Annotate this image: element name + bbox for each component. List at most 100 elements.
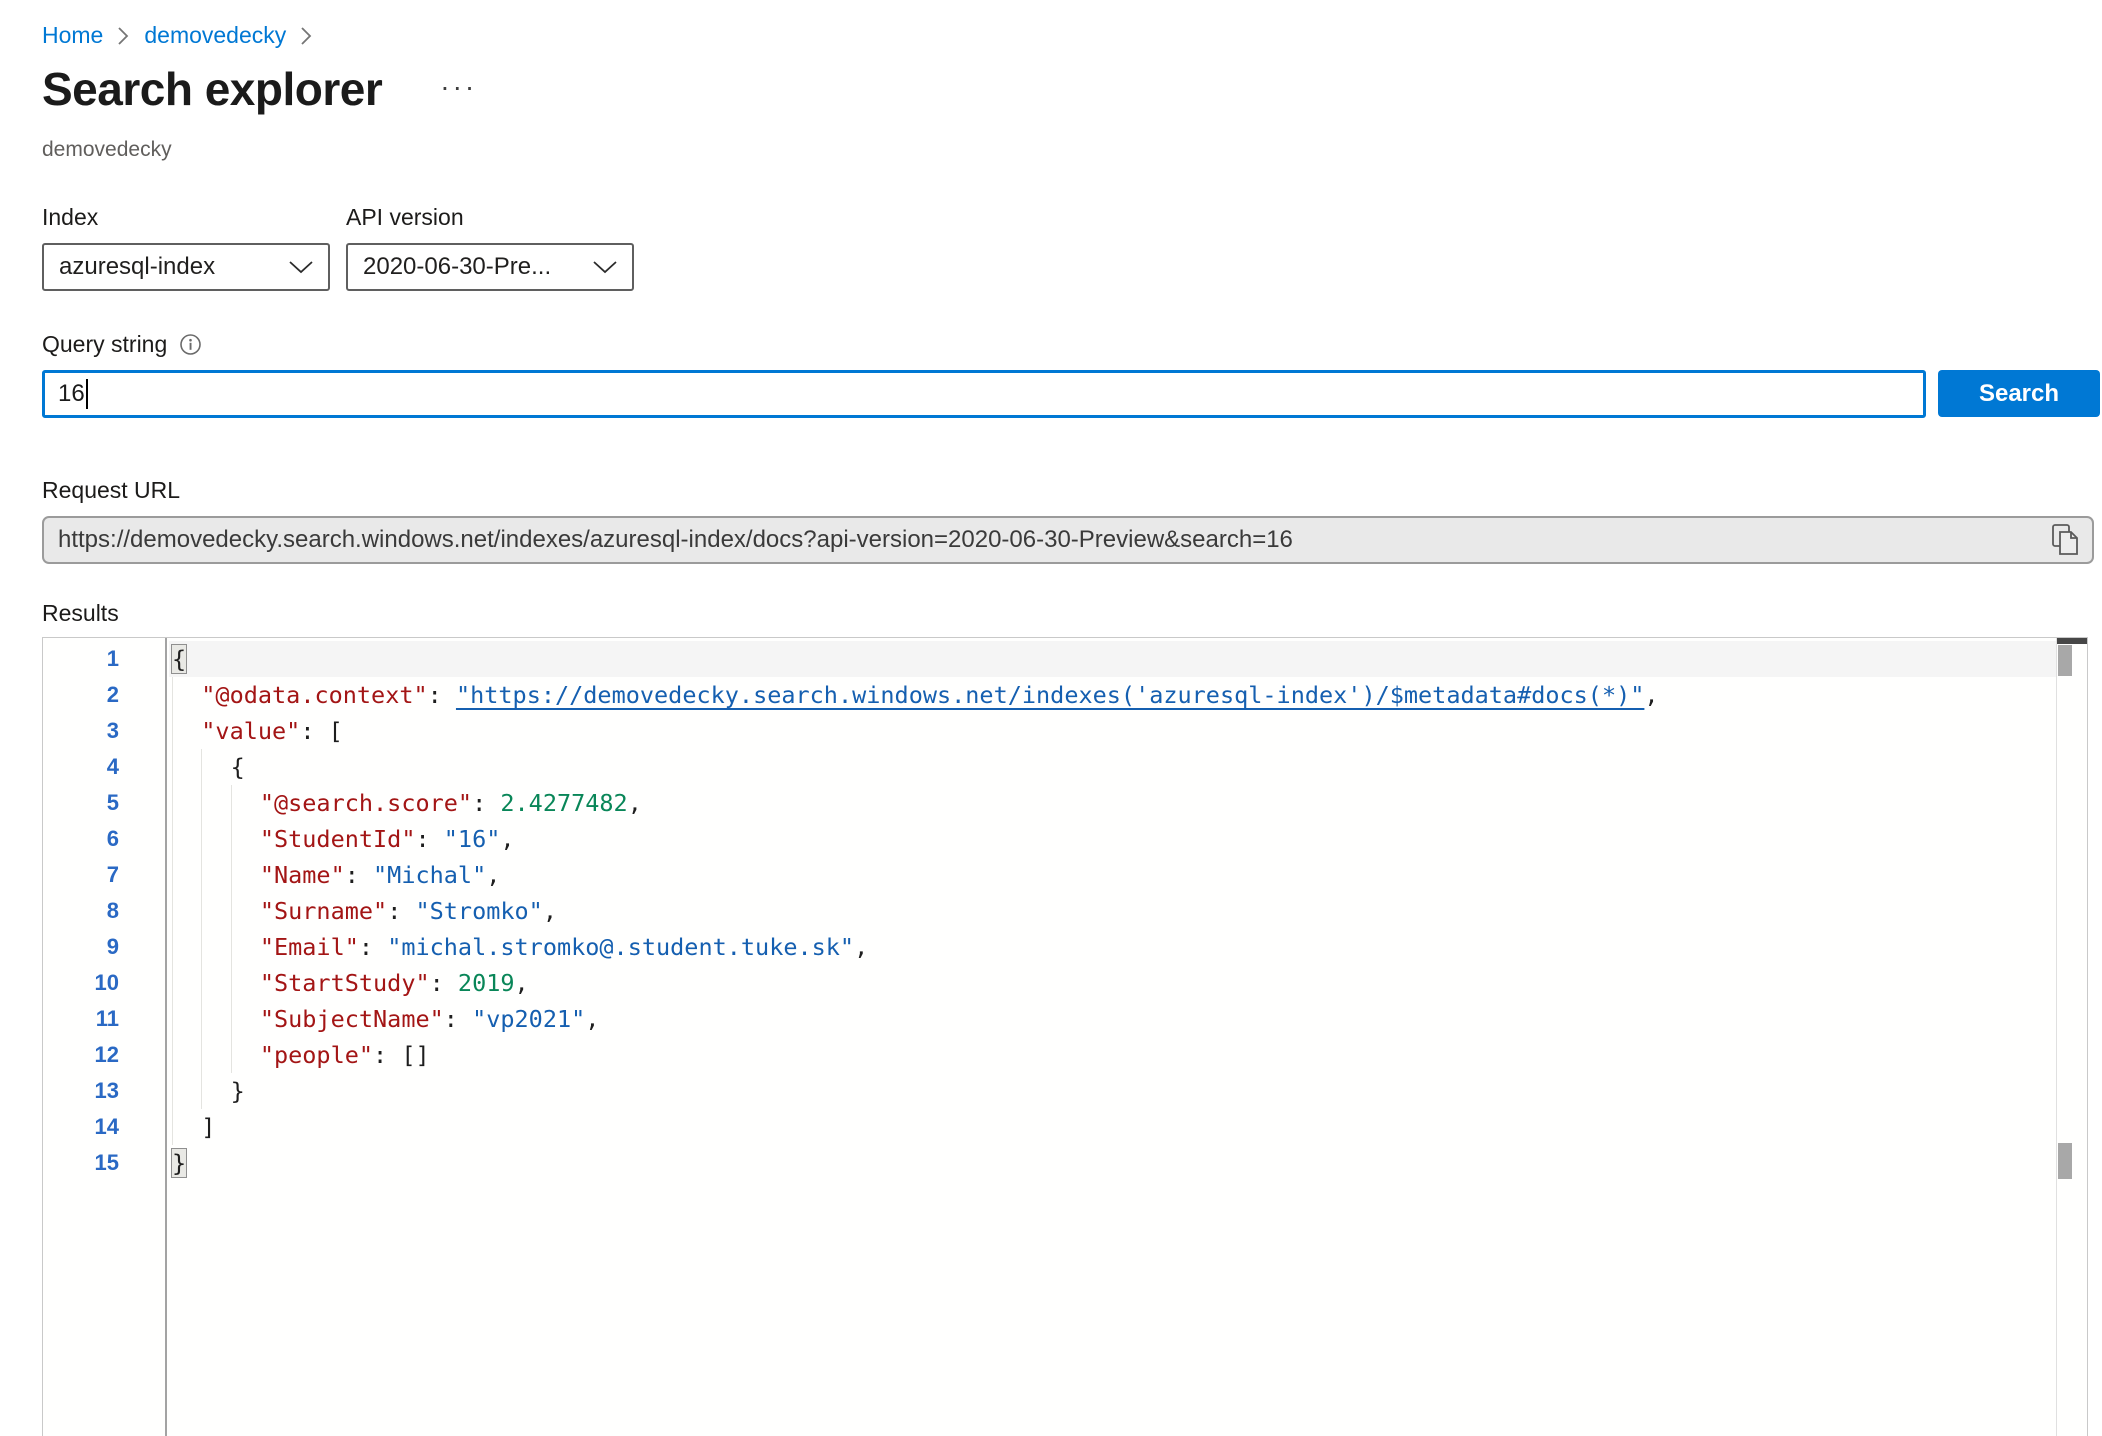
- request-url-field[interactable]: https://demovedecky.search.windows.net/i…: [42, 516, 2094, 564]
- search-button[interactable]: Search: [1938, 370, 2100, 417]
- indent-guide: [231, 893, 260, 929]
- json-token: "StudentId": [260, 825, 416, 853]
- indent-guide: [201, 929, 230, 965]
- api-version-label: API version: [346, 204, 464, 231]
- json-token: "Name": [260, 861, 345, 889]
- scrollbar-thumb[interactable]: [2058, 1143, 2072, 1179]
- json-token: ]: [201, 1113, 215, 1141]
- code-line: "@odata.context": "https://demovedecky.s…: [169, 677, 2057, 713]
- request-url-value: https://demovedecky.search.windows.net/i…: [58, 526, 2044, 554]
- json-token: ,: [515, 969, 529, 997]
- indent-guide: [201, 965, 230, 1001]
- indent-guide: [231, 821, 260, 857]
- json-token: :: [359, 933, 387, 961]
- copy-icon: [2050, 523, 2080, 557]
- line-number-gutter: 123456789101112131415: [43, 638, 167, 1436]
- json-token: :: [444, 1005, 472, 1033]
- line-number: 14: [43, 1109, 165, 1145]
- indent-guide: [172, 1001, 201, 1037]
- copy-button[interactable]: [2044, 521, 2086, 559]
- index-dropdown[interactable]: azuresql-index: [42, 243, 330, 291]
- json-token: "@odata.context": [201, 681, 427, 709]
- json-token: ,: [486, 861, 500, 889]
- code-line: }: [169, 1145, 2057, 1181]
- indent-guide: [231, 929, 260, 965]
- json-token: "SubjectName": [260, 1005, 444, 1033]
- search-explorer-page: Home demovedecky Search explorer ··· dem…: [0, 0, 2102, 1436]
- json-token: 2.4277482: [500, 789, 627, 817]
- indent-guide: [172, 1037, 201, 1073]
- code-line: {: [169, 641, 2057, 677]
- index-dropdown-value: azuresql-index: [59, 253, 215, 281]
- indent-guide: [172, 785, 201, 821]
- code-line: "Email": "michal.stromko@.student.tuke.s…: [169, 929, 2057, 965]
- json-token: :: [415, 825, 443, 853]
- indent-guide: [172, 1073, 201, 1109]
- breadcrumb-link-demovedecky[interactable]: demovedecky: [144, 22, 286, 49]
- results-json-editor[interactable]: 123456789101112131415 { "@odata.context":…: [42, 637, 2088, 1436]
- code-line: "value": [: [169, 713, 2057, 749]
- json-token: :: [430, 969, 458, 997]
- indent-guide: [231, 1001, 260, 1037]
- code-line: ]: [169, 1109, 2057, 1145]
- line-number: 13: [43, 1073, 165, 1109]
- code-line: {: [169, 749, 2057, 785]
- text-cursor: [86, 379, 88, 409]
- json-token: :: [387, 897, 415, 925]
- indent-guide: [172, 929, 201, 965]
- indent-guide: [201, 893, 230, 929]
- json-token: {: [172, 645, 186, 673]
- chevron-right-icon: [301, 27, 312, 45]
- info-icon[interactable]: [179, 333, 202, 356]
- json-token: ,: [628, 789, 642, 817]
- code-line: "StartStudy": 2019,: [169, 965, 2057, 1001]
- code-line: "SubjectName": "vp2021",: [169, 1001, 2057, 1037]
- indent-guide: [201, 857, 230, 893]
- line-number: 6: [43, 821, 165, 857]
- json-token: ,: [543, 897, 557, 925]
- code-line: }: [169, 1073, 2057, 1109]
- query-string-value: 16: [58, 380, 85, 408]
- json-token: "michal.stromko@.student.tuke.sk": [387, 933, 854, 961]
- json-token: ,: [854, 933, 868, 961]
- indent-guide: [172, 1109, 201, 1145]
- line-number: 11: [43, 1001, 165, 1037]
- index-label: Index: [42, 204, 98, 231]
- indent-guide: [172, 821, 201, 857]
- json-token: "16": [444, 825, 501, 853]
- line-number: 7: [43, 857, 165, 893]
- indent-guide: [231, 965, 260, 1001]
- json-token: :: [345, 861, 373, 889]
- line-number: 12: [43, 1037, 165, 1073]
- json-token: "@search.score": [260, 789, 472, 817]
- indent-guide: [201, 785, 230, 821]
- query-string-input[interactable]: 16: [42, 370, 1926, 418]
- indent-guide: [201, 821, 230, 857]
- chevron-down-icon: [289, 261, 313, 274]
- json-link-value[interactable]: "https://demovedecky.search.windows.net/…: [456, 681, 1644, 709]
- json-token: }: [231, 1077, 245, 1105]
- indent-guide: [172, 749, 201, 785]
- breadcrumb-link-home[interactable]: Home: [42, 22, 103, 49]
- editor-scrollbar[interactable]: [2056, 638, 2087, 1436]
- json-token: 2019: [458, 969, 515, 997]
- line-number: 8: [43, 893, 165, 929]
- chevron-down-icon: [593, 261, 617, 274]
- chevron-right-icon: [118, 27, 129, 45]
- more-options-button[interactable]: ···: [434, 70, 483, 104]
- code-line: "Name": "Michal",: [169, 857, 2057, 893]
- api-version-dropdown[interactable]: 2020-06-30-Pre...: [346, 243, 634, 291]
- json-token: ,: [1644, 681, 1658, 709]
- query-string-label: Query string: [42, 331, 167, 358]
- json-token: : [: [300, 717, 342, 745]
- line-number: 9: [43, 929, 165, 965]
- request-url-label: Request URL: [42, 477, 180, 504]
- json-token: "Email": [260, 933, 359, 961]
- scrollbar-thumb[interactable]: [2058, 645, 2072, 676]
- json-code-area[interactable]: { "@odata.context": "https://demovedecky.…: [169, 638, 2057, 1436]
- code-line: "Surname": "Stromko",: [169, 893, 2057, 929]
- json-token: :: [472, 789, 500, 817]
- json-token: : []: [373, 1041, 430, 1069]
- indent-guide: [172, 893, 201, 929]
- indent-guide: [231, 857, 260, 893]
